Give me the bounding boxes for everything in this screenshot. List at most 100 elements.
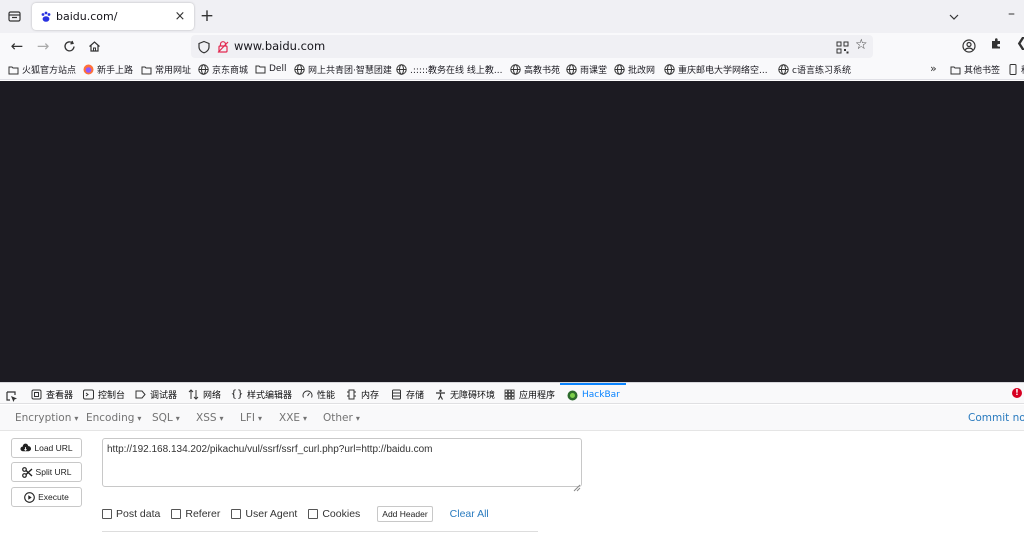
folder-icon <box>255 63 266 74</box>
qr-code-icon[interactable] <box>836 39 850 54</box>
devtools-tab-debugger[interactable]: 调试器 <box>134 383 177 405</box>
menu-xss[interactable]: XSS ▾ <box>196 412 224 424</box>
bookmarks-toolbar: 火狐官方站点 新手上路 常用网址 京东商城 Dell 网上共青团·智慧团建 .:… <box>0 60 1024 80</box>
tab-strip: baidu.com/ × + – <box>0 0 1024 33</box>
baidu-favicon-icon <box>40 11 52 23</box>
load-url-button[interactable]: Load URL <box>11 438 82 458</box>
menu-sql[interactable]: SQL ▾ <box>152 412 180 424</box>
home-button[interactable] <box>85 37 103 55</box>
devtools-tab-console[interactable]: 控制台 <box>82 383 125 405</box>
user-agent-checkbox[interactable] <box>231 509 242 519</box>
memory-icon <box>345 388 357 400</box>
overflow-menu-icon[interactable]: ❮ <box>1016 36 1024 51</box>
address-bar[interactable]: www.baidu.com ☆ <box>191 35 873 58</box>
devtools-tab-hackbar[interactable]: HackBar <box>560 383 626 405</box>
devtools-tab-network[interactable]: 网络 <box>187 383 221 405</box>
minimize-window-icon[interactable]: – <box>1008 6 1024 22</box>
post-data-checkbox[interactable] <box>102 509 112 519</box>
hackbar-panel: Load URL Split URL Execute http://192.16… <box>0 431 1024 534</box>
bookmark-item[interactable]: 网上共青团·智慧团建 <box>294 63 392 76</box>
bookmark-item[interactable]: 重庆邮电大学网络空... <box>664 63 768 76</box>
bookmark-item[interactable]: 常用网址 <box>141 63 191 76</box>
network-icon <box>187 388 199 400</box>
devtools-tab-performance[interactable]: 性能 <box>301 383 335 405</box>
debugger-icon <box>134 388 146 400</box>
clear-all-link[interactable]: Clear All <box>450 508 489 520</box>
forward-button[interactable]: → <box>34 37 52 55</box>
chevron-down-icon: ▾ <box>175 414 180 423</box>
chevron-down-icon: ▾ <box>137 414 142 423</box>
bookmark-item[interactable]: 火狐官方站点 <box>8 63 76 76</box>
add-header-button[interactable]: Add Header <box>377 506 433 522</box>
bookmark-item[interactable]: 高教书苑 <box>510 63 560 76</box>
close-tab-icon[interactable]: × <box>172 9 188 25</box>
bookmarks-overflow-button[interactable]: » <box>930 62 937 75</box>
performance-icon <box>301 388 313 400</box>
bookmark-item[interactable]: 新手上路 <box>83 63 133 76</box>
page-viewport[interactable] <box>0 81 1024 382</box>
bookmark-star-icon[interactable]: ☆ <box>855 37 868 53</box>
shield-icon[interactable] <box>197 39 211 54</box>
devtools-tab-accessibility[interactable]: 无障碍环境 <box>434 383 495 405</box>
bookmark-item[interactable]: .:::::教务在线 线上教... <box>396 63 502 76</box>
bookmark-item[interactable]: 京东商城 <box>198 63 248 76</box>
devtools-tab-style-editor[interactable]: {} 样式编辑器 <box>231 383 292 405</box>
accessibility-icon <box>434 388 446 400</box>
url-input[interactable]: http://192.168.134.202/pikachu/vul/ssrf/… <box>102 438 582 487</box>
inspector-icon <box>30 388 42 400</box>
request-options: Post data Referer User Agent Cookies Add… <box>102 506 489 522</box>
cookies-option[interactable]: Cookies <box>308 508 360 520</box>
devtools-tab-memory[interactable]: 内存 <box>345 383 379 405</box>
user-agent-option[interactable]: User Agent <box>231 508 297 520</box>
element-picker-icon[interactable] <box>6 388 18 402</box>
bookmark-item[interactable]: 批改网 <box>614 63 655 76</box>
hackbar-icon <box>566 389 578 401</box>
tab-title: baidu.com/ <box>56 10 118 23</box>
menu-xxe[interactable]: XXE ▾ <box>279 412 307 424</box>
new-tab-button[interactable]: + <box>199 6 215 26</box>
resize-handle-icon[interactable] <box>572 477 581 492</box>
bookmark-item[interactable]: 雨课堂 <box>566 63 607 76</box>
folder-icon <box>141 64 152 75</box>
menu-lfi[interactable]: LFI ▾ <box>240 412 262 424</box>
firefox-icon <box>83 64 94 75</box>
back-button[interactable]: ← <box>8 37 26 55</box>
tab-list-icon[interactable] <box>6 8 22 24</box>
extensions-icon[interactable] <box>990 37 1003 54</box>
devtools-tab-inspector[interactable]: 查看器 <box>30 383 73 405</box>
folder-icon <box>8 64 19 75</box>
style-editor-icon: {} <box>230 388 244 400</box>
split-url-button[interactable]: Split URL <box>11 462 82 482</box>
mobile-icon <box>1007 64 1018 75</box>
menu-other[interactable]: Other ▾ <box>323 412 360 424</box>
account-icon[interactable] <box>962 38 978 54</box>
mobile-bookmarks-folder[interactable]: 移 <box>1007 63 1024 76</box>
devtools-tab-application[interactable]: 应用程序 <box>503 383 555 405</box>
globe-icon <box>778 64 789 75</box>
other-bookmarks-folder[interactable]: 其他书签 <box>950 63 1000 76</box>
navigation-bar: ← → www.baidu.com ☆ ❮ <box>0 33 1024 60</box>
chevron-down-icon: ▾ <box>219 414 224 423</box>
commit-now-link[interactable]: Commit now <box>968 412 1024 424</box>
devtools-tab-storage[interactable]: 存储 <box>390 383 424 405</box>
hackbar-menu: Encryption ▾ Encoding ▾ SQL ▾ XSS ▾ LFI ▾ XXE… <box>0 405 1024 431</box>
bookmark-item[interactable]: c语言练习系统 <box>778 63 851 76</box>
referer-option[interactable]: Referer <box>171 508 220 520</box>
bookmark-item[interactable]: Dell <box>255 63 286 74</box>
cloud-download-icon <box>20 443 32 454</box>
browser-tab[interactable]: baidu.com/ × <box>32 3 194 30</box>
menu-encoding[interactable]: Encoding ▾ <box>86 412 141 424</box>
insecure-lock-icon[interactable] <box>216 39 230 53</box>
globe-icon <box>566 64 577 75</box>
globe-icon <box>198 64 209 75</box>
error-count-icon[interactable]: ! <box>1012 388 1022 398</box>
console-icon <box>82 388 94 400</box>
cookies-checkbox[interactable] <box>308 509 319 519</box>
execute-button[interactable]: Execute <box>11 487 82 507</box>
post-data-option[interactable]: Post data <box>102 508 160 520</box>
chevron-down-icon: ▾ <box>258 414 263 423</box>
referer-checkbox[interactable] <box>171 509 182 519</box>
chevron-down-icon[interactable] <box>946 9 962 25</box>
menu-encryption[interactable]: Encryption ▾ <box>15 412 78 424</box>
reload-button[interactable] <box>60 37 78 55</box>
